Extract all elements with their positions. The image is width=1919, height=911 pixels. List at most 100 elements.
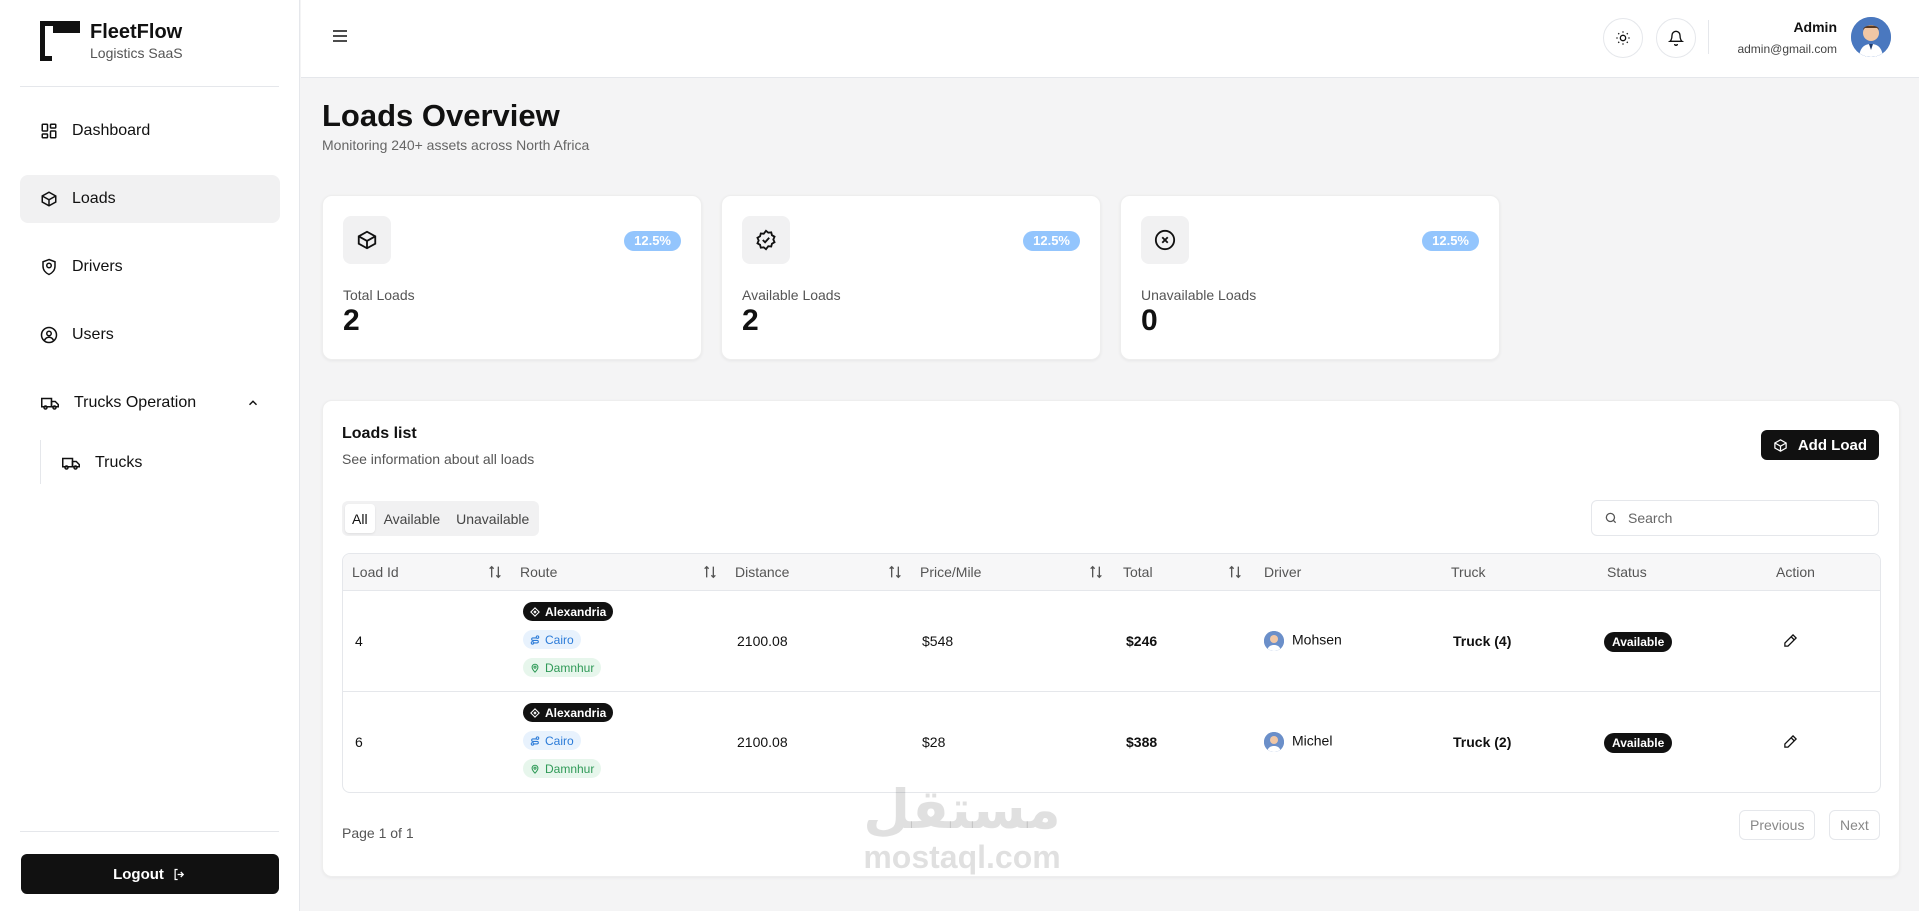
brand-logo bbox=[40, 21, 80, 61]
sort-icon[interactable] bbox=[1227, 564, 1243, 580]
loads-panel: Loads list See information about all loa… bbox=[322, 400, 1900, 877]
sort-icon[interactable] bbox=[487, 564, 503, 580]
edit-icon[interactable] bbox=[1783, 633, 1798, 648]
x-circle-icon bbox=[1141, 216, 1189, 264]
filter-tabs: All Available Unavailable bbox=[342, 501, 540, 536]
status-badge: Available bbox=[1604, 632, 1673, 652]
brand-name: FleetFlow bbox=[90, 21, 183, 43]
load-id: 6 bbox=[355, 734, 363, 750]
panel-title: Loads list bbox=[342, 425, 417, 442]
sort-icon[interactable] bbox=[702, 564, 718, 580]
sidebar-subitem-trucks[interactable]: Trucks bbox=[41, 439, 280, 487]
tab-available[interactable]: Available bbox=[377, 504, 448, 533]
user-email: admin@gmail.com bbox=[1737, 42, 1837, 56]
sort-icon[interactable] bbox=[887, 564, 903, 580]
sidebar-divider bbox=[20, 86, 279, 87]
notifications-button[interactable] bbox=[1656, 18, 1696, 58]
route-via-label: Cairo bbox=[545, 632, 574, 647]
column-header-price-mile[interactable]: Price/Mile bbox=[920, 564, 981, 580]
search-input[interactable] bbox=[1628, 510, 1858, 526]
pin-diamond-icon bbox=[530, 707, 540, 718]
column-header-distance[interactable]: Distance bbox=[735, 564, 789, 580]
sidebar-item-loads[interactable]: Loads bbox=[20, 175, 280, 223]
tab-unavailable[interactable]: Unavailable bbox=[449, 504, 536, 533]
sidebar-item-dashboard[interactable]: Dashboard bbox=[20, 107, 280, 155]
stat-badge: 12.5% bbox=[1023, 231, 1080, 251]
route-origin-chip: Alexandria bbox=[523, 703, 614, 722]
next-button[interactable]: Next bbox=[1829, 810, 1880, 840]
table-row[interactable]: 4 Alexandria Cairo Damnhur 2100.08 $548 … bbox=[343, 591, 1880, 692]
sidebar-item-label: Loads bbox=[72, 190, 116, 207]
brand-tagline: Logistics SaaS bbox=[90, 45, 183, 61]
logout-label: Logout bbox=[113, 865, 164, 883]
box-icon bbox=[343, 216, 391, 264]
sidebar-divider bbox=[20, 831, 279, 832]
price-per-mile: $548 bbox=[922, 633, 954, 649]
route-via-chip: Cairo bbox=[523, 731, 581, 750]
dashboard-icon bbox=[40, 122, 58, 140]
sidebar-item-users[interactable]: Users bbox=[20, 311, 280, 359]
sidebar-item-trucks-operation[interactable]: Trucks Operation bbox=[20, 379, 280, 427]
search-box[interactable] bbox=[1591, 500, 1879, 536]
sidebar-item-label: Trucks bbox=[95, 454, 143, 471]
stat-value: 0 bbox=[1141, 304, 1158, 337]
distance: 2100.08 bbox=[737, 633, 788, 649]
check-badge-icon bbox=[742, 216, 790, 264]
driver-cell[interactable]: Michel bbox=[1264, 732, 1332, 752]
route-icon bbox=[530, 634, 540, 645]
theme-toggle-button[interactable] bbox=[1603, 18, 1643, 58]
sort-icon[interactable] bbox=[1088, 564, 1104, 580]
page-subtitle: Monitoring 240+ assets across North Afri… bbox=[322, 137, 590, 153]
load-id: 4 bbox=[355, 633, 363, 649]
column-header-action: Action bbox=[1776, 564, 1815, 580]
previous-button[interactable]: Previous bbox=[1739, 810, 1816, 840]
add-load-label: Add Load bbox=[1797, 436, 1867, 454]
user-name: Admin bbox=[1793, 19, 1837, 35]
search-icon bbox=[1604, 511, 1618, 525]
bell-icon bbox=[1668, 30, 1684, 46]
route-via-chip: Cairo bbox=[523, 630, 581, 649]
column-header-total[interactable]: Total bbox=[1123, 564, 1153, 580]
sidebar-item-label: Trucks Operation bbox=[74, 394, 197, 411]
total: $246 bbox=[1126, 633, 1158, 649]
truck-icon bbox=[40, 394, 60, 412]
stat-card-total-loads: 12.5% Total Loads 2 bbox=[322, 195, 702, 360]
stat-card-available-loads: 12.5% Available Loads 2 bbox=[721, 195, 1101, 360]
stat-label: Total Loads bbox=[343, 287, 415, 303]
sidebar-item-drivers[interactable]: Drivers bbox=[20, 243, 280, 291]
stat-label: Unavailable Loads bbox=[1141, 287, 1257, 303]
column-header-load-id[interactable]: Load Id bbox=[352, 564, 399, 580]
add-load-button[interactable]: Add Load bbox=[1760, 430, 1879, 460]
column-header-driver: Driver bbox=[1264, 564, 1302, 580]
route-destination-chip: Damnhur bbox=[523, 759, 602, 778]
driver-cell[interactable]: Mohsen bbox=[1264, 631, 1342, 651]
route-destination-label: Damnhur bbox=[545, 660, 595, 675]
panel-subtitle: See information about all loads bbox=[342, 451, 535, 467]
page-title: Loads Overview bbox=[322, 98, 560, 133]
route-origin-chip: Alexandria bbox=[523, 602, 614, 621]
route-destination-label: Damnhur bbox=[545, 761, 595, 776]
column-header-truck: Truck bbox=[1451, 564, 1486, 580]
brand[interactable]: FleetFlow Logistics SaaS bbox=[40, 20, 183, 62]
stat-value: 2 bbox=[343, 304, 360, 337]
sidebar: FleetFlow Logistics SaaS Dashboard Loads… bbox=[0, 0, 300, 911]
menu-icon[interactable] bbox=[333, 30, 347, 42]
box-icon bbox=[1773, 438, 1788, 453]
chevron-up-icon[interactable] bbox=[246, 396, 260, 410]
driver-name: Michel bbox=[1292, 732, 1333, 749]
route-icon bbox=[530, 735, 540, 746]
sidebar-item-label: Drivers bbox=[72, 258, 123, 275]
logout-button[interactable]: Logout bbox=[21, 854, 279, 894]
driver-avatar bbox=[1264, 732, 1284, 752]
avatar[interactable] bbox=[1851, 17, 1891, 57]
table-row[interactable]: 6 Alexandria Cairo Damnhur 2100.08 $28 $… bbox=[343, 692, 1880, 792]
route-origin-label: Alexandria bbox=[545, 705, 607, 720]
edit-icon[interactable] bbox=[1783, 734, 1798, 749]
stat-card-unavailable-loads: 12.5% Unavailable Loads 0 bbox=[1120, 195, 1500, 360]
shield-icon bbox=[40, 258, 58, 276]
truck-icon bbox=[61, 454, 81, 472]
price-per-mile: $28 bbox=[922, 734, 946, 750]
tab-all[interactable]: All bbox=[345, 504, 375, 533]
pin-diamond-icon bbox=[530, 606, 540, 617]
column-header-route[interactable]: Route bbox=[520, 564, 557, 580]
